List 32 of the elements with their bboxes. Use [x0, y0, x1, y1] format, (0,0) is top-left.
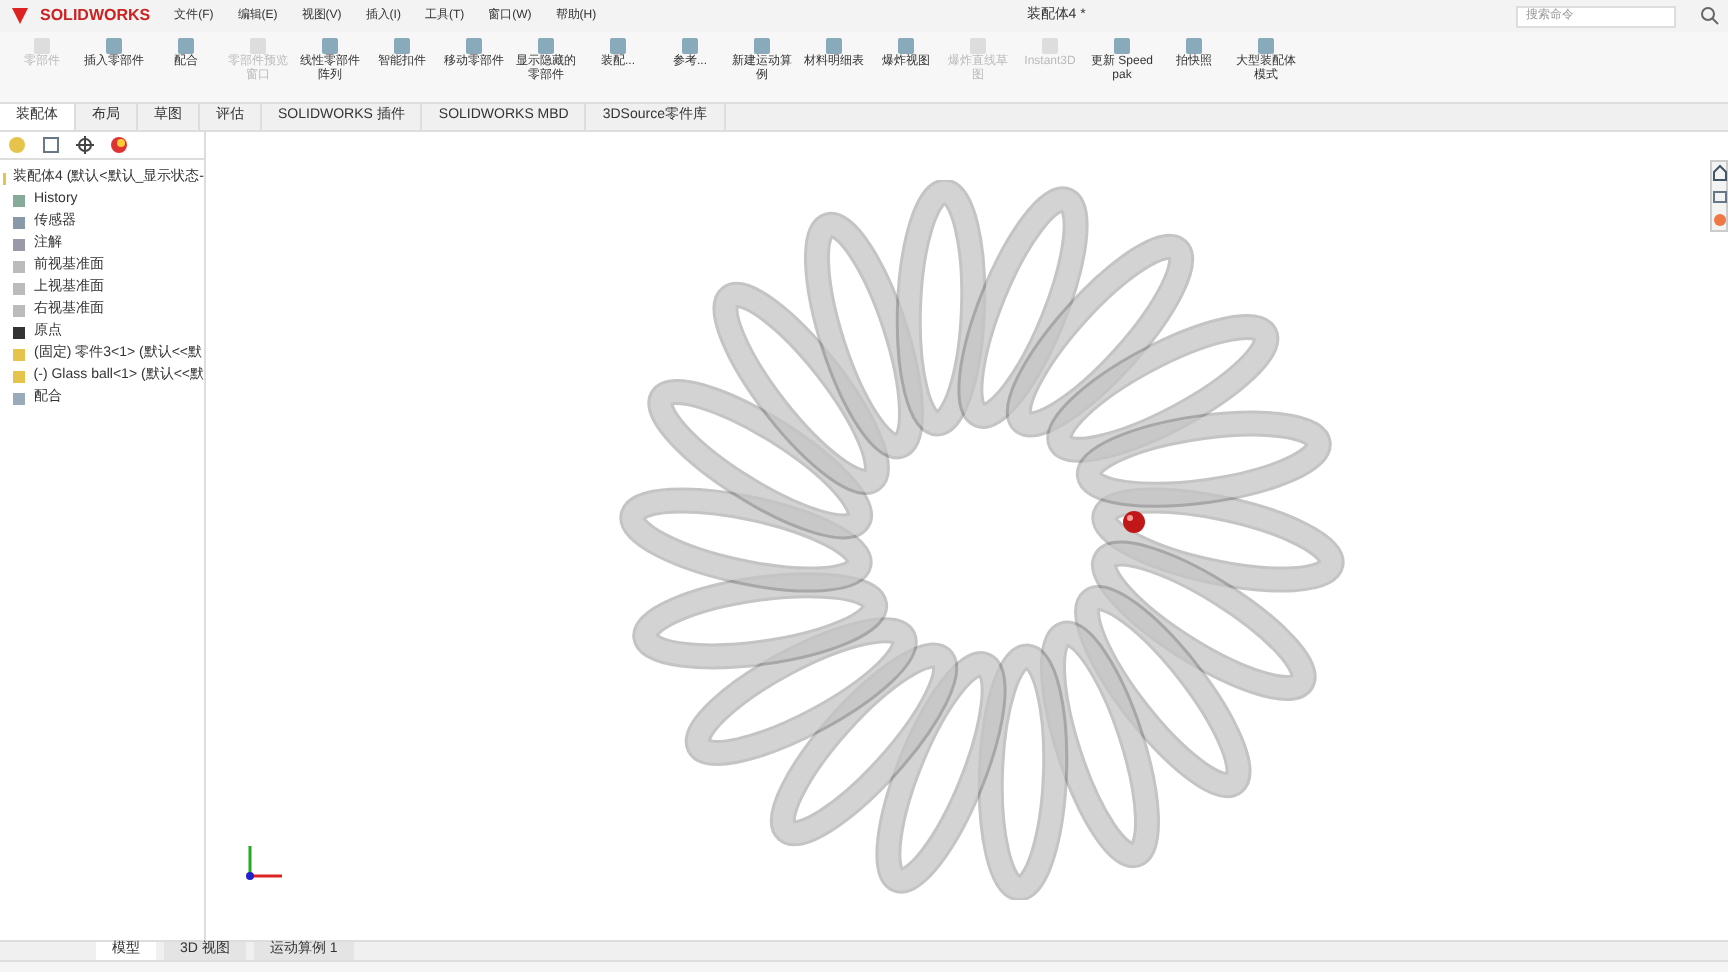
toolbar-icon [1112, 36, 1132, 56]
tree-node-icon [12, 392, 26, 406]
tree-node-icon [12, 304, 26, 318]
tree-node-icon [12, 238, 26, 252]
toolbar-icon [392, 36, 412, 56]
toolbar-icon [1184, 36, 1204, 56]
toolbar-icon [608, 36, 628, 56]
tree-node-icon [12, 260, 26, 274]
tree-node-icon [12, 326, 26, 340]
toolbar-icon [896, 36, 916, 56]
toolbar-icon [320, 36, 340, 56]
toolbar-icon [104, 36, 124, 56]
appearance-icon[interactable] [110, 136, 128, 154]
app-logo: SOLIDWORKS [40, 4, 151, 28]
search-icon[interactable] [1700, 6, 1720, 26]
toolbar-icon [680, 36, 700, 56]
tree-node-icon [12, 216, 26, 230]
property-manager-icon[interactable] [42, 136, 60, 154]
toolbar-icon [1256, 36, 1276, 56]
toolbar-icon [464, 36, 484, 56]
glass-ball-icon [1122, 510, 1146, 534]
home-icon[interactable] [1712, 162, 1728, 182]
tree-node-icon [12, 348, 26, 362]
tree-node-icon [12, 370, 26, 384]
toolbar-icon [752, 36, 772, 56]
crosshair-icon[interactable] [76, 136, 94, 154]
tree-node-icon [12, 282, 26, 296]
tree-node-icon [12, 194, 26, 208]
toolbar-icon [824, 36, 844, 56]
toolbar-icon [536, 36, 556, 56]
toolbar-icon [176, 36, 196, 56]
logo-icon [8, 4, 32, 28]
